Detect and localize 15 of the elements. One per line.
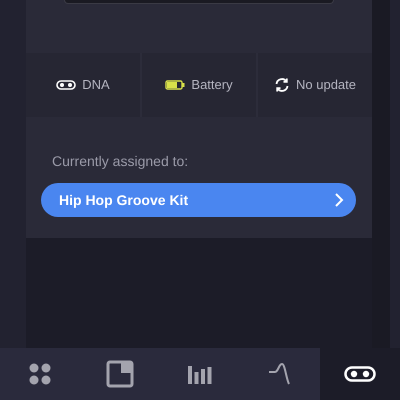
kit-button[interactable]: Hip Hop Groove Kit (41, 183, 356, 217)
pads-icon (28, 362, 52, 386)
nav-tab[interactable] (320, 348, 400, 400)
status-label: No update (296, 76, 356, 94)
toggle-icon (344, 366, 376, 382)
bars-icon (188, 364, 212, 384)
dna-toggle-icon (56, 80, 76, 90)
battery-icon (165, 80, 186, 90)
envelope-curve-icon (268, 363, 292, 385)
chevron-right-icon (334, 192, 344, 208)
status-label: DNA (82, 76, 110, 94)
refresh-icon (274, 77, 290, 93)
square-icon (106, 360, 134, 388)
assignment-label: Currently assigned to: (52, 152, 190, 171)
status-label: Battery (191, 76, 233, 94)
